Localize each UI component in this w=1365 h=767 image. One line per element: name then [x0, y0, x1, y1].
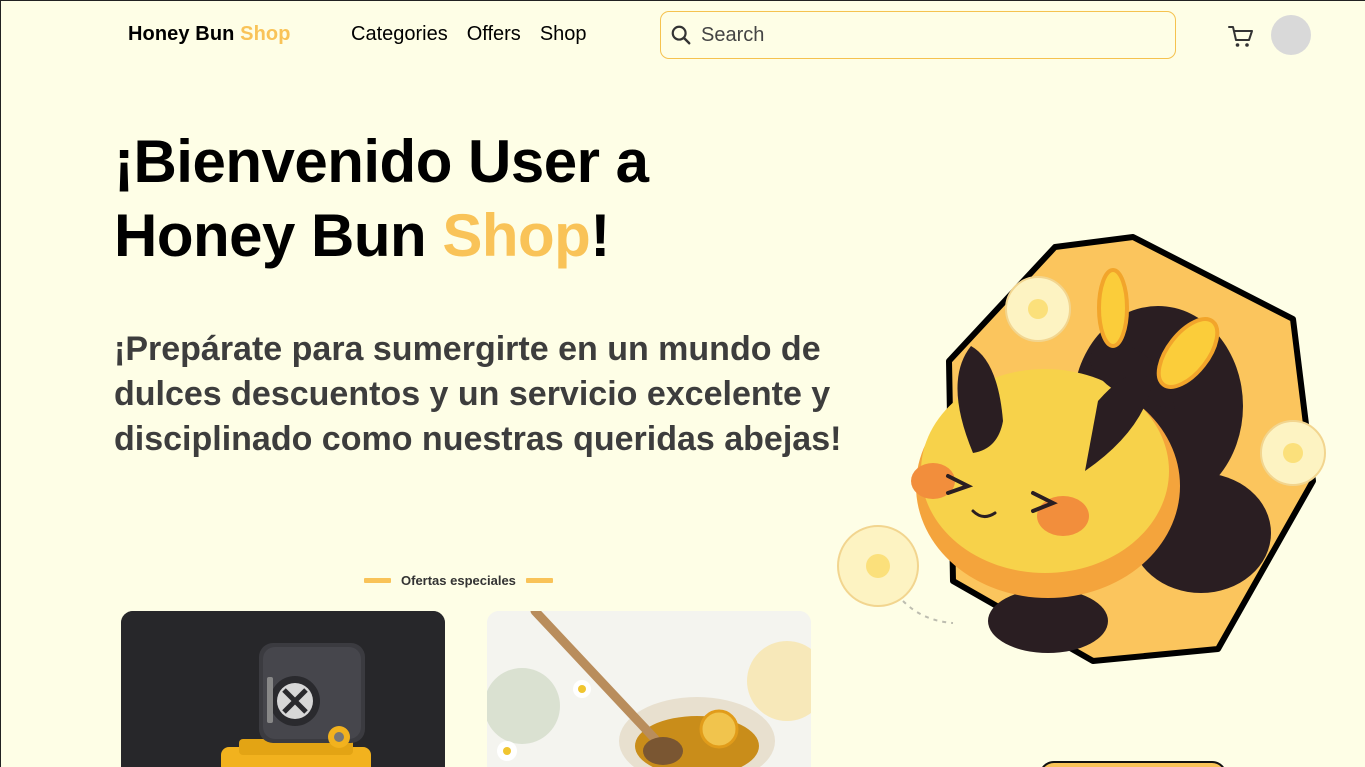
logo-accent: Shop	[240, 23, 291, 45]
offer-card-safe[interactable]	[121, 611, 445, 767]
heading-dash-right	[525, 578, 553, 583]
bee-mascot-illustration	[837, 234, 1326, 664]
search-icon	[671, 25, 691, 45]
cart-icon[interactable]	[1227, 22, 1255, 50]
user-avatar[interactable]	[1271, 15, 1311, 55]
hero-title-line2: Honey Bun	[114, 202, 427, 269]
logo-text: Honey Bun	[128, 23, 235, 45]
hero-title-line1: ¡Bienvenido User a	[114, 128, 649, 195]
nav-links: Categories Offers Shop	[351, 23, 587, 46]
logo[interactable]: Honey Bun Shop	[128, 23, 291, 46]
special-offers-label: Ofertas especiales	[401, 573, 516, 588]
honey-product-image	[487, 611, 811, 767]
safe-product-image	[121, 611, 445, 767]
offer-card-honey[interactable]	[487, 611, 811, 767]
hero-title: ¡Bienvenido User a Honey Bun Shop!	[114, 125, 649, 273]
nav-shop[interactable]: Shop	[540, 23, 587, 46]
nav-categories[interactable]: Categories	[351, 23, 448, 46]
search-bar[interactable]	[660, 11, 1176, 59]
special-offers-heading: Ofertas especiales	[364, 573, 553, 588]
top-navigation: Honey Bun Shop Categories Offers Shop	[1, 1, 1365, 71]
hero-title-accent: Shop	[442, 202, 591, 269]
search-input[interactable]	[701, 23, 1141, 47]
hero-subtitle: ¡Prepárate para sumergirte en un mundo d…	[114, 330, 842, 458]
hero-title-exclaim: !	[590, 202, 610, 269]
bottom-action-button[interactable]	[1039, 761, 1227, 767]
heading-dash-left	[364, 578, 391, 583]
nav-offers[interactable]: Offers	[467, 23, 521, 46]
